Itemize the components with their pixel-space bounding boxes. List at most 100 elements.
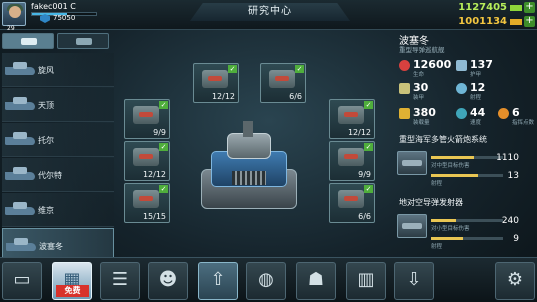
cargo-icon: [399, 108, 410, 119]
upgrade-button[interactable]: ⇧: [198, 262, 238, 300]
star-icon: [498, 108, 509, 119]
resource-gold: 1001134 +: [458, 15, 535, 28]
download-box-icon: ⇩: [406, 269, 422, 290]
people-icon: ☗: [307, 269, 325, 290]
missions-button[interactable]: ☰: [100, 262, 140, 300]
building-icon: [76, 38, 92, 45]
world-map-button[interactable]: ◍: [246, 262, 286, 300]
module-count: 12/12: [211, 92, 235, 101]
gold-bar-icon: [510, 18, 522, 25]
stat-health: 12600 生命: [399, 57, 459, 78]
ship-item-xuanfeng[interactable]: 旋风: [2, 53, 114, 87]
ship-icon: [21, 38, 37, 45]
gear-icon: ⚙: [506, 269, 524, 290]
damage-bar: [431, 156, 503, 159]
cannon-icon: [133, 190, 159, 208]
alliance-button[interactable]: ☗: [296, 262, 336, 300]
stat-range: 12 射程: [456, 80, 516, 101]
weapon-row-sam[interactable]: 对小型目标伤害 240 射程 9: [397, 210, 535, 250]
module-count: 6/6: [289, 92, 302, 101]
engine-icon: [133, 106, 159, 124]
storage-button[interactable]: ⇩: [394, 262, 434, 300]
add-resource-gold-button[interactable]: +: [524, 16, 535, 27]
bottom-nav: ▭ ▦ 免费 ☰ ☻ ⇧ ◍ ☗ ▥ ⇩ ⚙: [0, 257, 537, 302]
face-art: [9, 6, 21, 18]
research-module-4[interactable]: ✓ 12/12: [124, 141, 170, 181]
tab-buildings[interactable]: [57, 33, 109, 49]
stat-label: 生命: [413, 72, 425, 78]
stat-defense: 137 护甲: [456, 57, 516, 78]
ship-thumbnail: [5, 201, 35, 219]
research-area: ✓ 12/12 ✓ 6/6 ✓ 9/9 ✓ 12/12 ✓ 15/15 ✓ 12…: [117, 31, 392, 256]
city-button[interactable]: ▥: [346, 262, 386, 300]
ship-thumbnail: [5, 131, 35, 149]
heart-icon: [399, 60, 410, 71]
commander-button[interactable]: ☻: [148, 262, 188, 300]
player-name: fakec001 C: [31, 2, 76, 11]
range-label: 射程: [431, 244, 443, 250]
stat-armor: 30 装甲: [399, 80, 459, 101]
chat-button[interactable]: ▭: [2, 262, 42, 300]
ship-name: 旋风: [38, 66, 54, 75]
player-avatar[interactable]: 29: [2, 2, 26, 32]
radar-icon: [133, 148, 159, 166]
research-module-5[interactable]: ✓ 15/15: [124, 183, 170, 223]
rocket-launcher-icon: [397, 151, 427, 175]
ship-thumbnail: [6, 237, 36, 255]
damage-label: 对中型目标伤害: [431, 163, 470, 169]
ship-name: 波塞冬: [39, 242, 63, 251]
research-module-7[interactable]: ✓ 9/9: [329, 141, 375, 181]
tab-ships[interactable]: [2, 33, 54, 49]
armor-plate-icon: [269, 70, 295, 88]
research-module-6[interactable]: ✓ 12/12: [329, 99, 375, 139]
resource-gold-value: 1001134: [458, 16, 507, 27]
range-bar: [431, 237, 503, 240]
buildings-icon: ▥: [357, 269, 375, 290]
free-label: 免费: [56, 285, 89, 297]
range-bar: [431, 174, 503, 177]
module-count: 9/9: [358, 170, 371, 179]
ship-item-weijing[interactable]: 维京: [2, 193, 114, 227]
module-count: 12/12: [142, 170, 166, 179]
sam-launcher-icon: [397, 214, 427, 238]
damage-value: 240: [501, 216, 519, 226]
check-icon: ✓: [228, 65, 237, 73]
module-count: 15/15: [142, 212, 166, 221]
ship-item-tianding[interactable]: 天顶: [2, 88, 114, 122]
ship-thumbnail: [5, 166, 35, 184]
ship-thumbnail: [5, 96, 35, 114]
ship-item-tuoer[interactable]: 托尔: [2, 123, 114, 157]
circuit-icon: [338, 148, 364, 166]
range-label: 射程: [431, 181, 443, 187]
missile-launcher-vent: [232, 171, 266, 185]
upgrade-arrow-icon: ⇧: [210, 269, 226, 290]
weapon-title: 重型海军多管火箭炮系统: [399, 135, 487, 144]
globe-icon: ◍: [258, 269, 274, 290]
ship-list-panel: 旋风 天顶 托尔 代尔特 维京 波塞冬: [0, 31, 116, 262]
checklist-icon: ☰: [111, 269, 129, 290]
add-resource-green-button[interactable]: +: [524, 2, 535, 13]
research-module-8[interactable]: ✓ 6/6: [329, 183, 375, 223]
ship-detail-panel: 波塞冬 重型导弹巡航舰 12600 生命 137 护甲 30 装甲 12 射程 …: [394, 31, 537, 256]
ship-item-daierte[interactable]: 代尔特: [2, 158, 114, 192]
free-gift-button[interactable]: ▦ 免费: [52, 262, 92, 300]
speed-icon: [456, 108, 467, 119]
range-fill: [431, 237, 464, 240]
check-icon: ✓: [159, 185, 168, 193]
settings-button[interactable]: ⚙: [495, 262, 535, 300]
armor-icon: [399, 83, 410, 94]
soldier-icon: ☻: [158, 269, 178, 290]
weapon-title: 地对空导弹发射器: [399, 198, 463, 207]
power-value: 75050: [53, 14, 76, 22]
shield-icon: [456, 60, 467, 71]
research-module-1[interactable]: ✓ 12/12: [193, 63, 239, 103]
research-module-2[interactable]: ✓ 6/6: [260, 63, 306, 103]
check-icon: ✓: [364, 185, 373, 193]
research-module-3[interactable]: ✓ 9/9: [124, 99, 170, 139]
check-icon: ✓: [364, 101, 373, 109]
range-fill: [431, 174, 478, 177]
weapon-row-rocket[interactable]: 对中型目标伤害 1110 射程 13: [397, 147, 535, 187]
screen-title: 研究中心: [190, 3, 350, 21]
ship-name: 维京: [38, 206, 54, 215]
stat-label: 指挥点数: [512, 120, 535, 126]
